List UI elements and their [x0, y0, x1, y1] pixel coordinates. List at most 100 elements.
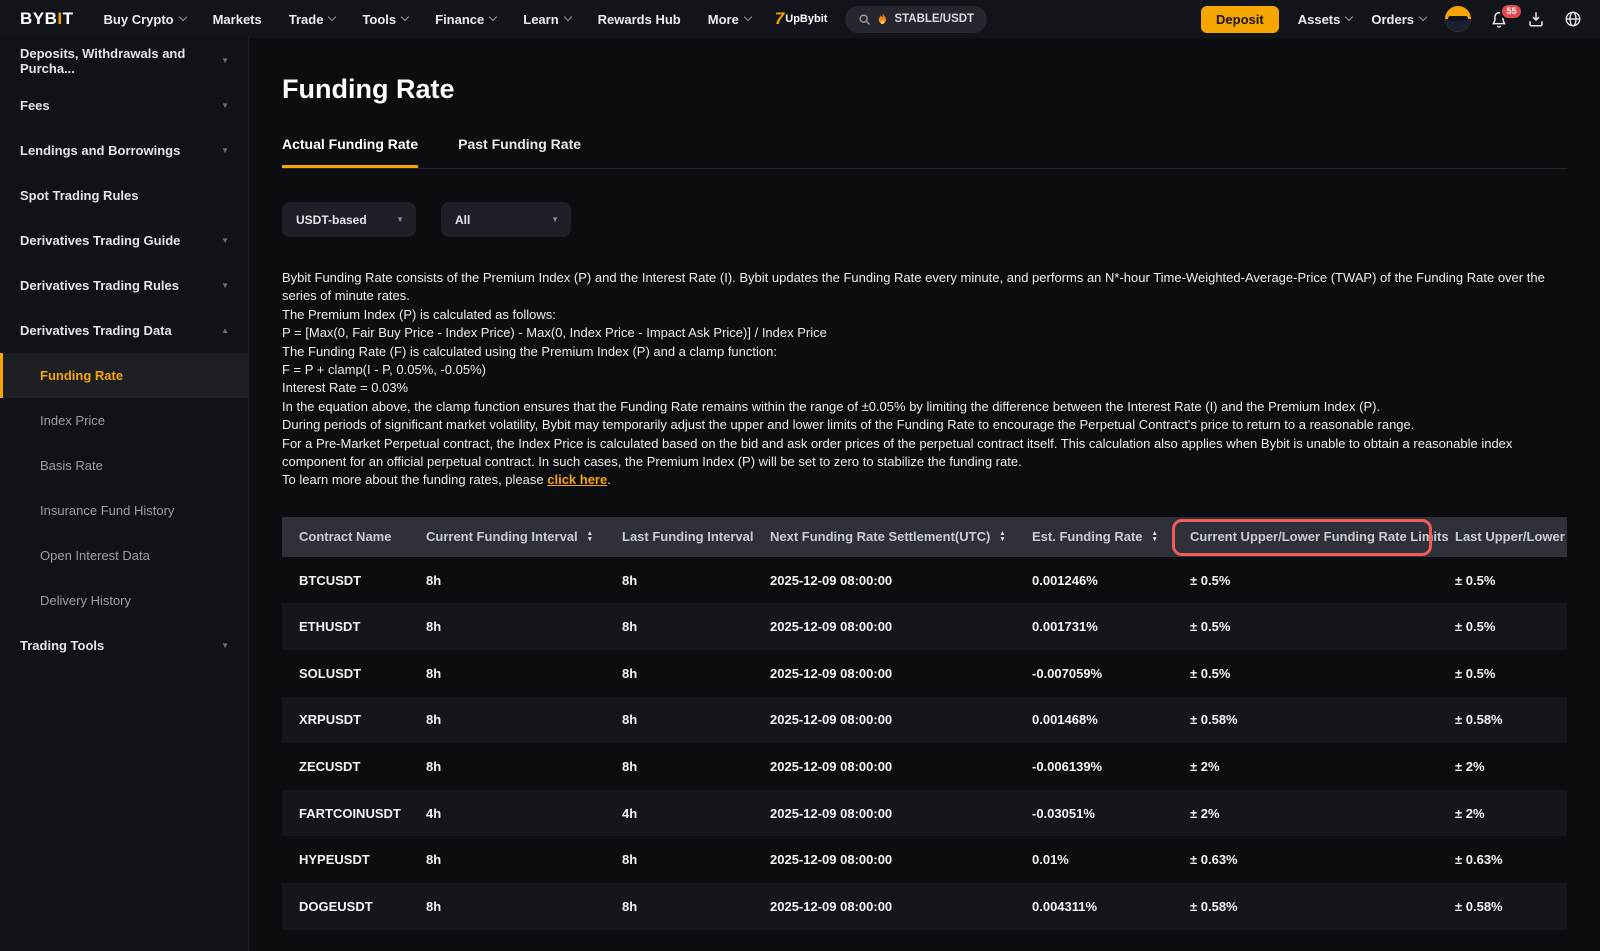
last-funding-interval-cell: 8h	[622, 712, 770, 727]
current-funding-interval-cell: 8h	[426, 573, 622, 588]
sort-icon[interactable]: ▲▼	[1152, 531, 1158, 542]
caret-down-icon: ▼	[221, 56, 229, 65]
column-header-current-funding-interval[interactable]: Current Funding Interval ▲▼	[426, 529, 622, 544]
description-line: F = P + clamp(I - P, 0.05%, -0.05%)	[282, 361, 1567, 379]
sidebar: Deposits, Withdrawals and Purcha...▼Fees…	[0, 38, 249, 951]
sidebar-subitem-label: Delivery History	[40, 593, 131, 608]
caret-down-icon: ▼	[221, 146, 229, 155]
orders-menu[interactable]: Orders	[1371, 12, 1426, 27]
sidebar-item-fees[interactable]: Fees▼	[0, 83, 248, 128]
nav-item-tools[interactable]: Tools	[362, 12, 408, 27]
search-input[interactable]: STABLE/USDT	[845, 6, 987, 33]
nav-item-markets[interactable]: Markets	[213, 12, 262, 27]
description-line: The Funding Rate (F) is calculated using…	[282, 343, 1567, 361]
sidebar-item-label: Derivatives Trading Data	[20, 323, 172, 338]
description-line: The Premium Index (P) is calculated as f…	[282, 306, 1567, 324]
sidebar-item-derivatives-trading-rules[interactable]: Derivatives Trading Rules▼	[0, 263, 248, 308]
table-row: BTCUSDT8h8h2025-12-09 08:00:000.001246%±…	[282, 557, 1567, 604]
sidebar-item-spot-trading-rules[interactable]: Spot Trading Rules	[0, 173, 248, 218]
chevron-down-icon	[328, 13, 336, 21]
next-funding-rate-settlement-cell: 2025-12-09 08:00:00	[770, 712, 1032, 727]
download-app-button[interactable]	[1527, 10, 1545, 28]
next-funding-rate-settlement-cell: 2025-12-09 08:00:00	[770, 619, 1032, 634]
table-header-row: Contract NameCurrent Funding Interval▲▼L…	[282, 517, 1567, 557]
column-header-next-funding-rate-settlement[interactable]: Next Funding Rate Settlement(UTC) ▲▼	[770, 529, 1032, 544]
description-line: For a Pre-Market Perpetual contract, the…	[282, 435, 1567, 472]
nav-item-label: Finance	[435, 12, 484, 27]
column-header-label: Current Funding Interval	[426, 529, 578, 544]
nav-item-trade[interactable]: Trade	[289, 12, 336, 27]
language-globe-button[interactable]	[1564, 10, 1582, 28]
sidebar-subitem-label: Funding Rate	[40, 368, 123, 383]
contract-name-cell: BTCUSDT	[282, 573, 426, 588]
current-funding-interval-cell: 8h	[426, 759, 622, 774]
next-funding-rate-settlement-cell: 2025-12-09 08:00:00	[770, 806, 1032, 821]
description-line: During periods of significant market vol…	[282, 416, 1567, 434]
top-nav: BYBIT Buy Crypto Markets Trade Tools Finance…	[0, 0, 1600, 38]
last-upper-lower-limits-cell: ± 0.5%	[1455, 619, 1567, 634]
sidebar-item-deposits-withdrawals-and-purcha[interactable]: Deposits, Withdrawals and Purcha...▼	[0, 38, 248, 83]
upbybit-label: UpBybit	[785, 13, 827, 25]
nav-right-group: Deposit Assets Orders 55	[1201, 6, 1582, 33]
contract-filter-dropdown[interactable]: All ▼	[441, 202, 571, 237]
nav-item-more[interactable]: More	[708, 12, 751, 27]
sort-icon[interactable]: ▲▼	[999, 531, 1005, 542]
current-upper-lower-limits-cell: ± 2%	[1190, 806, 1455, 821]
sidebar-subitem-index-price[interactable]: Index Price	[0, 398, 248, 443]
dropdown-value: All	[455, 213, 470, 227]
current-funding-interval-cell: 8h	[426, 899, 622, 914]
column-header-label: Last Funding Interval	[622, 529, 753, 544]
sort-icon[interactable]: ▲▼	[587, 531, 593, 542]
est-funding-rate-cell: -0.006139%	[1032, 759, 1190, 774]
main-nav-items: Buy Crypto Markets Trade Tools Finance Learn R…	[104, 12, 751, 27]
caret-down-icon: ▼	[221, 641, 229, 650]
column-header-label: Est. Funding Rate	[1032, 529, 1143, 544]
avatar[interactable]	[1445, 6, 1471, 32]
est-funding-rate-cell: 0.001246%	[1032, 573, 1190, 588]
est-funding-rate-cell: -0.03051%	[1032, 806, 1190, 821]
assets-menu[interactable]: Assets	[1298, 12, 1353, 27]
last-upper-lower-limits-cell: ± 0.5%	[1455, 666, 1567, 681]
last-upper-lower-limits-cell: ± 0.58%	[1455, 712, 1567, 727]
caret-down-icon: ▼	[221, 281, 229, 290]
sidebar-subitem-delivery-history[interactable]: Delivery History	[0, 578, 248, 623]
current-upper-lower-limits-cell: ± 2%	[1190, 759, 1455, 774]
tab-actual-funding-rate[interactable]: Actual Funding Rate	[282, 136, 418, 168]
tab-past-funding-rate[interactable]: Past Funding Rate	[458, 136, 581, 168]
table-row: FARTCOINUSDT4h4h2025-12-09 08:00:00-0.03…	[282, 790, 1567, 837]
funding-rate-description: Bybit Funding Rate consists of the Premi…	[282, 269, 1567, 490]
next-funding-rate-settlement-cell: 2025-12-09 08:00:00	[770, 852, 1032, 867]
deposit-button[interactable]: Deposit	[1201, 6, 1279, 33]
click-here-link[interactable]: click here	[547, 472, 607, 487]
current-upper-lower-limits-cell: ± 0.5%	[1190, 573, 1455, 588]
nav-item-learn[interactable]: Learn	[523, 12, 570, 27]
nav-item-label: Buy Crypto	[104, 12, 174, 27]
nav-item-buy-crypto[interactable]: Buy Crypto	[104, 12, 186, 27]
sidebar-item-label: Trading Tools	[20, 638, 104, 653]
bybit-logo[interactable]: BYBIT	[20, 9, 74, 29]
sidebar-item-derivatives-trading-guide[interactable]: Derivatives Trading Guide▼	[0, 218, 248, 263]
sidebar-subitem-basis-rate[interactable]: Basis Rate	[0, 443, 248, 488]
next-funding-rate-settlement-cell: 2025-12-09 08:00:00	[770, 573, 1032, 588]
nav-item-rewards-hub[interactable]: Rewards Hub	[598, 12, 681, 27]
sidebar-item-derivatives-trading-data[interactable]: Derivatives Trading Data▲	[0, 308, 248, 353]
sidebar-subitem-open-interest-data[interactable]: Open Interest Data	[0, 533, 248, 578]
column-header-est-funding-rate[interactable]: Est. Funding Rate ▲▼	[1032, 529, 1190, 544]
sidebar-subitem-funding-rate[interactable]: Funding Rate	[0, 353, 248, 398]
table-row: XRPUSDT8h8h2025-12-09 08:00:000.001468%±…	[282, 697, 1567, 744]
sidebar-item-lendings-and-borrowings[interactable]: Lendings and Borrowings▼	[0, 128, 248, 173]
last-upper-lower-limits-cell: ± 0.5%	[1455, 573, 1567, 588]
last-upper-lower-limits-cell: ± 0.58%	[1455, 899, 1567, 914]
upbybit-promo-link[interactable]: 7 UpBybit	[775, 9, 828, 29]
notifications-button[interactable]: 55	[1490, 10, 1508, 29]
sidebar-item-trading-tools[interactable]: Trading Tools ▼	[0, 623, 248, 668]
table-row: HYPEUSDT8h8h2025-12-09 08:00:000.01%± 0.…	[282, 836, 1567, 883]
notification-badge: 55	[1500, 3, 1523, 20]
nav-item-label: Trade	[289, 12, 324, 27]
nav-item-finance[interactable]: Finance	[435, 12, 496, 27]
description-link-line: To learn more about the funding rates, p…	[282, 471, 1567, 489]
current-funding-interval-cell: 8h	[426, 666, 622, 681]
sidebar-subitem-insurance-fund-history[interactable]: Insurance Fund History	[0, 488, 248, 533]
column-header-label: Next Funding Rate Settlement(UTC)	[770, 529, 990, 544]
settlement-currency-dropdown[interactable]: USDT-based ▼	[282, 202, 416, 237]
